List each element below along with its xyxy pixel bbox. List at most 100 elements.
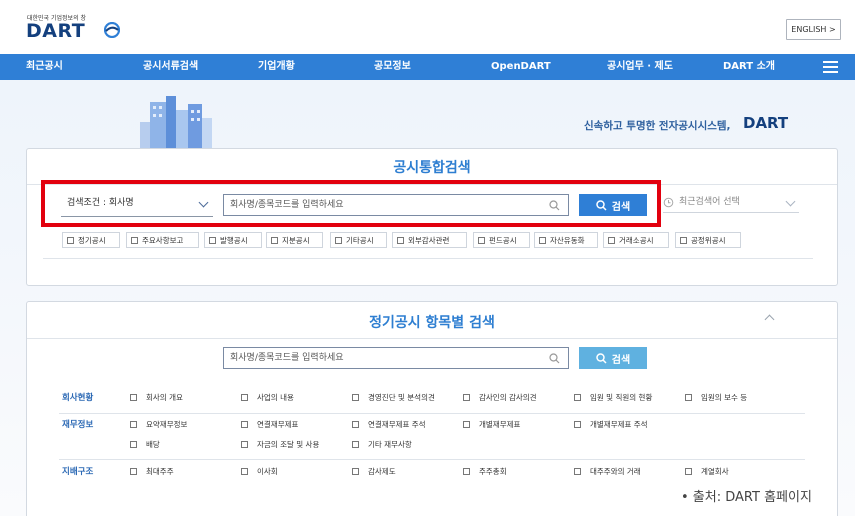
filter-divider: [43, 258, 813, 259]
filter-label: 거래소공시: [619, 235, 654, 245]
filter-periodic[interactable]: 정기공시: [62, 232, 120, 248]
option-label: 임원의 보수 등: [701, 393, 748, 402]
checkbox[interactable]: [352, 441, 359, 448]
row-label-governance: 지배구조: [62, 467, 94, 477]
periodic-search-input[interactable]: 회사명/종목코드를 입력하세요: [223, 347, 569, 369]
checkbox[interactable]: [478, 236, 485, 244]
option-major-holder-transactions[interactable]: 대주주와의 거래: [574, 466, 641, 477]
periodic-search-title: 정기공시 항목별 검색: [369, 315, 495, 331]
filter-issuance[interactable]: 발행공시: [204, 232, 262, 248]
option-largest-shareholder[interactable]: 최대주주: [130, 466, 174, 477]
option-executive-pay[interactable]: 임원의 보수 등: [685, 392, 747, 403]
history-icon: [663, 197, 674, 208]
hero-brand: DART: [743, 114, 789, 132]
option-separate-notes[interactable]: 개별재무제표 주석: [574, 419, 648, 430]
option-label: 사업의 내용: [257, 393, 294, 402]
checkbox[interactable]: [463, 394, 470, 401]
option-label: 경영진단 및 분석의견: [368, 393, 435, 402]
option-board[interactable]: 이사회: [241, 466, 278, 477]
checkbox[interactable]: [352, 421, 359, 428]
option-label: 감사인의 감사의견: [479, 393, 537, 402]
checkbox[interactable]: [608, 236, 615, 244]
option-consolidated-notes[interactable]: 연결재무제표 주석: [352, 419, 426, 430]
filter-ftc[interactable]: 공정위공시: [675, 232, 741, 248]
nav-item-offering[interactable]: 공모정보: [374, 54, 411, 80]
highlight-box: [41, 180, 661, 227]
checkbox[interactable]: [574, 468, 581, 475]
filter-exchange[interactable]: 거래소공시: [603, 232, 669, 248]
option-label: 기타 재무사항: [368, 440, 412, 449]
dart-logo[interactable]: DART: [26, 20, 120, 42]
checkbox[interactable]: [241, 421, 248, 428]
checkbox[interactable]: [131, 236, 138, 244]
filter-securitization[interactable]: 자산유동화: [534, 232, 598, 248]
filter-label: 지분공시: [282, 235, 310, 245]
checkbox[interactable]: [241, 394, 248, 401]
checkbox[interactable]: [130, 394, 137, 401]
filter-fund[interactable]: 펀드공시: [473, 232, 530, 248]
option-label: 감사제도: [368, 467, 396, 476]
option-funding-use[interactable]: 자금의 조달 및 사용: [241, 439, 319, 450]
nav-item-document-search[interactable]: 공시서류검색: [143, 54, 198, 80]
nav-item-opendart[interactable]: OpenDART: [491, 54, 551, 80]
checkbox[interactable]: [685, 394, 692, 401]
option-label: 연결재무제표: [257, 420, 299, 429]
source-caption: • 출처: DART 홈페이지: [679, 486, 814, 505]
checkbox[interactable]: [539, 236, 546, 244]
checkbox[interactable]: [130, 421, 137, 428]
option-summary-financials[interactable]: 요약재무정보: [130, 419, 187, 430]
filter-audit[interactable]: 외부감사관련: [392, 232, 467, 248]
option-executives-staff[interactable]: 임원 및 직원의 현황: [574, 392, 652, 403]
filter-major-report[interactable]: 주요사항보고: [126, 232, 199, 248]
filter-equity[interactable]: 지분공시: [266, 232, 323, 248]
checkbox[interactable]: [271, 236, 278, 244]
checkbox[interactable]: [209, 236, 216, 244]
checkbox[interactable]: [335, 236, 342, 244]
checkbox[interactable]: [130, 441, 137, 448]
checkbox[interactable]: [352, 468, 359, 475]
checkbox[interactable]: [241, 441, 248, 448]
hero-tagline: 신속하고 투명한 전자공시시스템,: [584, 120, 731, 132]
nav-item-company[interactable]: 기업개황: [258, 54, 295, 80]
filter-label: 공정위공시: [691, 235, 726, 245]
option-affiliates[interactable]: 계열회사: [685, 466, 729, 477]
option-business[interactable]: 사업의 내용: [241, 392, 294, 403]
nav-item-recent[interactable]: 최근공시: [26, 54, 63, 80]
checkbox[interactable]: [241, 468, 248, 475]
checkbox[interactable]: [685, 468, 692, 475]
option-label: 이사회: [257, 467, 278, 476]
filter-other[interactable]: 기타공시: [330, 232, 387, 248]
option-other-financial[interactable]: 기타 재무사항: [352, 439, 412, 450]
checkbox[interactable]: [574, 394, 581, 401]
option-label: 요약재무정보: [146, 420, 188, 429]
recent-search-select[interactable]: 최근검색어 선택: [663, 193, 799, 213]
checkbox[interactable]: [67, 236, 74, 244]
checkbox[interactable]: [463, 421, 470, 428]
option-dividend[interactable]: 배당: [130, 439, 160, 450]
option-separate-fs[interactable]: 개별재무제표: [463, 419, 520, 430]
periodic-search-button[interactable]: 검색: [579, 347, 647, 369]
option-shareholder-meeting[interactable]: 주주총회: [463, 466, 507, 477]
option-company-overview[interactable]: 회사의 개요: [130, 392, 183, 403]
row-divider: [59, 413, 805, 414]
chevron-down-icon: [785, 196, 796, 207]
filter-label: 외부감사관련: [408, 235, 450, 245]
option-audit-system[interactable]: 감사제도: [352, 466, 396, 477]
main-nav: 최근공시 공시서류검색 기업개황 공모정보 OpenDART 공시업무 · 제도…: [0, 54, 855, 80]
filter-label: 주요사항보고: [142, 235, 184, 245]
option-auditor-opinion[interactable]: 감사인의 감사의견: [463, 392, 537, 403]
checkbox[interactable]: [574, 421, 581, 428]
english-button[interactable]: ENGLISH >: [786, 19, 841, 40]
menu-icon[interactable]: [823, 61, 838, 73]
option-consolidated-fs[interactable]: 연결재무제표: [241, 419, 298, 430]
row-label-company: 회사현황: [62, 393, 94, 403]
checkbox[interactable]: [397, 236, 404, 244]
checkbox[interactable]: [352, 394, 359, 401]
option-md-and-a[interactable]: 경영진단 및 분석의견: [352, 392, 435, 403]
checkbox[interactable]: [130, 468, 137, 475]
checkbox[interactable]: [680, 236, 687, 244]
checkbox[interactable]: [463, 468, 470, 475]
nav-item-about[interactable]: DART 소개: [723, 54, 775, 80]
recent-search-label: 최근검색어 선택: [679, 197, 740, 207]
nav-item-disclosure-rules[interactable]: 공시업무 · 제도: [607, 54, 673, 80]
